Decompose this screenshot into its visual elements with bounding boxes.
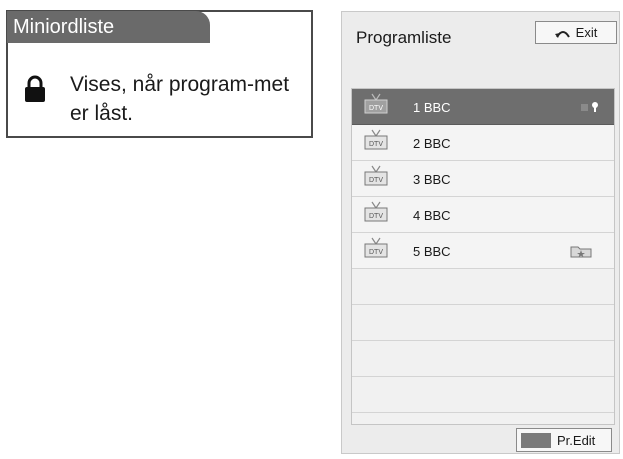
lock-icon xyxy=(25,75,45,102)
svg-text:DTV: DTV xyxy=(369,141,383,148)
empty-row xyxy=(352,377,614,413)
color-key-swatch xyxy=(521,432,551,448)
channel-row-2[interactable]: DTV 2 BBC xyxy=(352,125,614,161)
svg-text:DTV: DTV xyxy=(369,213,383,220)
svg-text:DTV: DTV xyxy=(369,249,383,256)
program-list-panel: Programliste Exit DTV 1 BBC DTV 2 BBC DT… xyxy=(341,11,620,454)
channel-label: 3 BBC xyxy=(413,172,451,187)
svg-text:DTV: DTV xyxy=(369,105,383,112)
lock-icon xyxy=(581,102,598,112)
empty-row xyxy=(352,341,614,377)
empty-row xyxy=(352,305,614,341)
dtv-icon: DTV xyxy=(364,201,388,222)
mini-glossary-entry: Vises, når program-met er låst. xyxy=(24,70,310,128)
channel-label: 5 BBC xyxy=(413,244,451,259)
dtv-icon: DTV xyxy=(364,237,388,258)
return-arrow-icon xyxy=(554,30,570,38)
channel-list: DTV 1 BBC DTV 2 BBC DTV 3 BBC DTV 4 BBC … xyxy=(351,88,615,425)
exit-button[interactable]: Exit xyxy=(535,21,617,44)
favorite-folder-icon xyxy=(570,246,592,258)
mini-glossary-title: Miniordliste xyxy=(7,11,210,43)
pr-edit-button[interactable]: Pr.Edit xyxy=(516,428,612,452)
channel-row-4[interactable]: DTV 4 BBC xyxy=(352,197,614,233)
mini-glossary-description: Vises, når program-met er låst. xyxy=(70,73,290,125)
panel-title: Programliste xyxy=(356,28,452,47)
dtv-icon: DTV xyxy=(364,165,388,186)
dtv-icon: DTV xyxy=(364,93,388,114)
empty-row xyxy=(352,269,614,305)
dtv-icon: DTV xyxy=(364,129,388,150)
channel-label: 4 BBC xyxy=(413,208,451,223)
channel-label: 2 BBC xyxy=(413,136,451,151)
channel-label: 1 BBC xyxy=(413,100,451,115)
channel-row-3[interactable]: DTV 3 BBC xyxy=(352,161,614,197)
exit-label: Exit xyxy=(575,25,598,40)
pr-edit-label: Pr.Edit xyxy=(557,432,596,448)
channel-row-5[interactable]: DTV 5 BBC xyxy=(352,233,614,269)
channel-row-1[interactable]: DTV 1 BBC xyxy=(352,89,614,125)
svg-text:DTV: DTV xyxy=(369,177,383,184)
mini-glossary-box: Miniordliste Vises, når program-met er l… xyxy=(6,10,313,138)
